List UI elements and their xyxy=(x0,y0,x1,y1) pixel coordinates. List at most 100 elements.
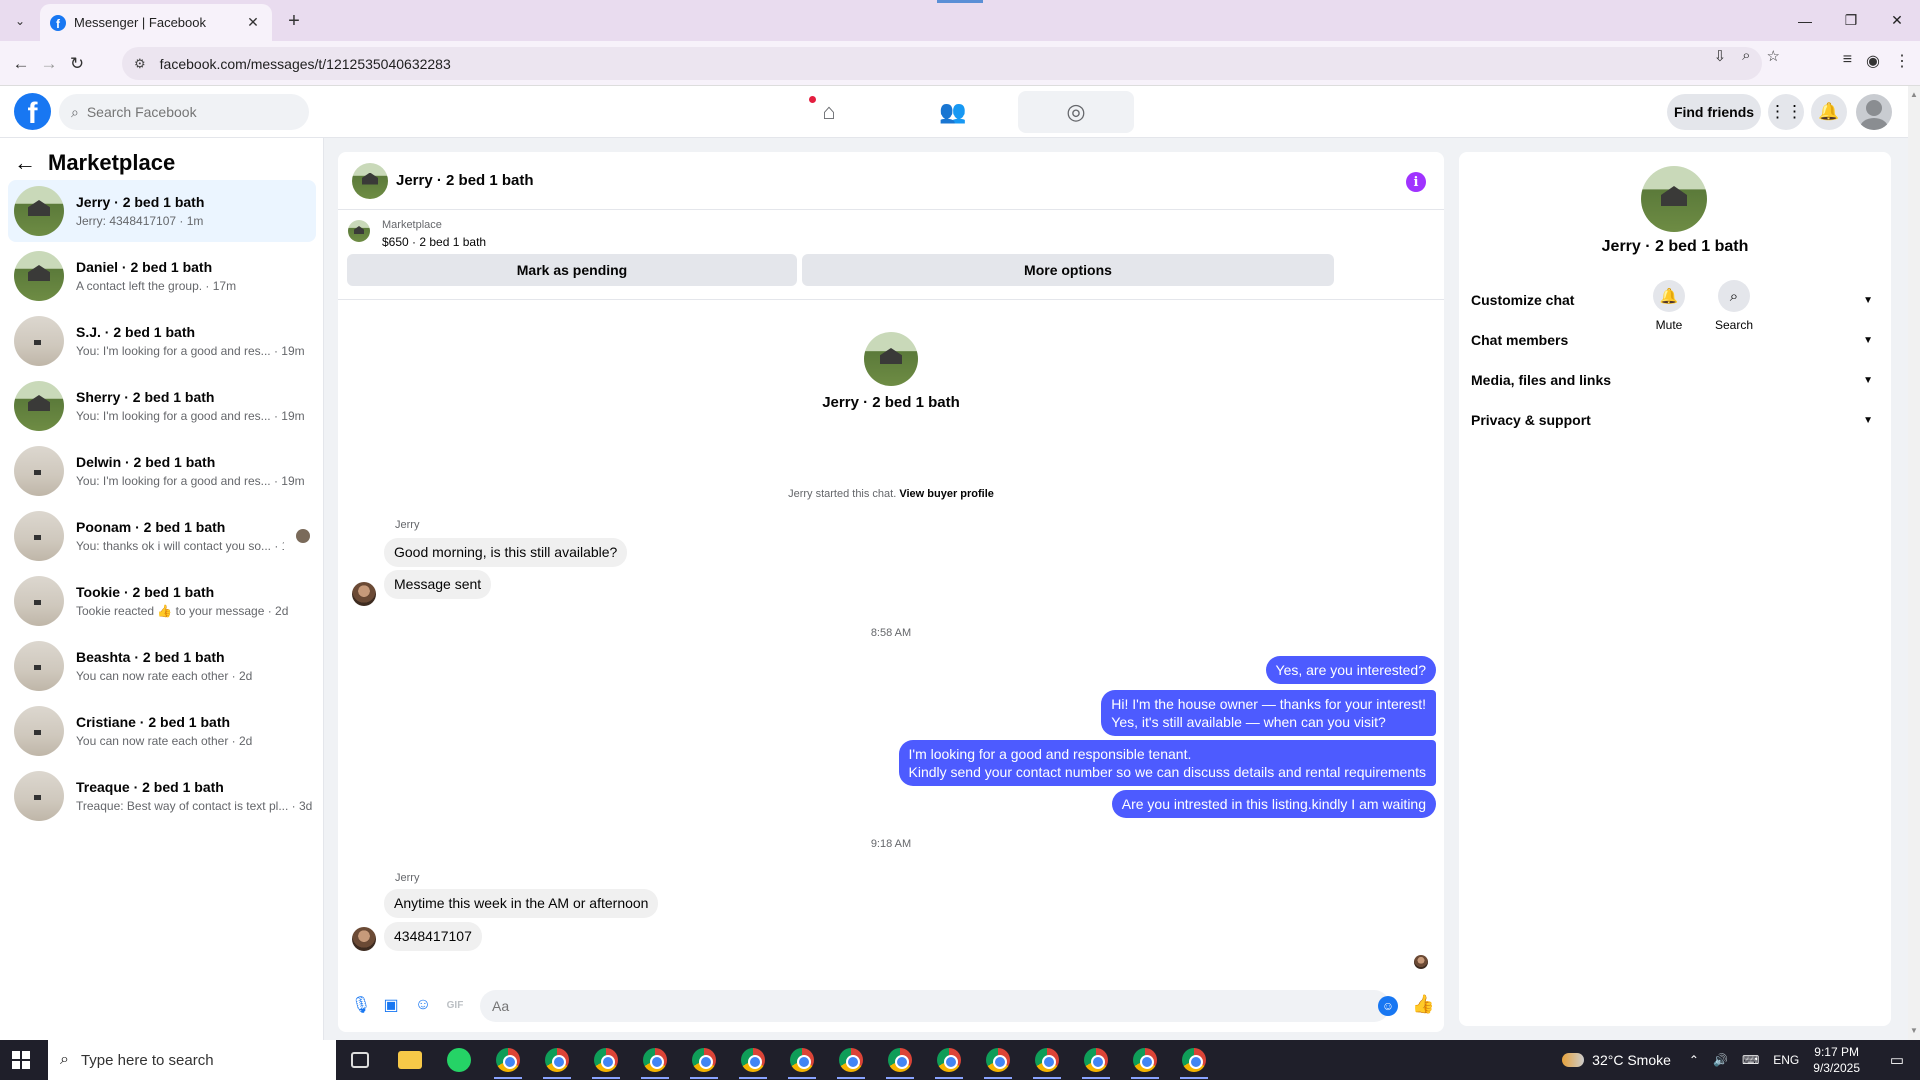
weather-widget[interactable]: 32°C Smoke xyxy=(1562,1052,1671,1068)
file-explorer-icon[interactable] xyxy=(398,1051,422,1069)
find-friends-button[interactable]: Find friends xyxy=(1667,94,1761,130)
sender-avatar[interactable] xyxy=(352,927,376,951)
conversation-item[interactable]: Tookie · 2 bed 1 bath Tookie reacted 👍 to… xyxy=(8,570,316,632)
bookmark-star-icon[interactable]: ☆ xyxy=(1767,47,1780,65)
like-thumb-icon[interactable]: 👍 xyxy=(1412,994,1434,1015)
minimize-icon[interactable]: — xyxy=(1782,0,1828,41)
conversation-item[interactable]: Daniel · 2 bed 1 bath A contact left the … xyxy=(8,245,316,307)
site-info-icon[interactable]: ⚙ xyxy=(134,56,146,72)
notification-center-icon[interactable]: ▭ xyxy=(1874,1051,1920,1069)
windows-start-icon[interactable] xyxy=(12,1051,30,1069)
chrome-icon[interactable] xyxy=(692,1048,716,1072)
close-tab-icon[interactable]: ✕ xyxy=(244,14,262,31)
nav-groups[interactable]: ◎ xyxy=(1018,91,1134,133)
emoji-icon[interactable]: ☺ xyxy=(1378,996,1398,1016)
restore-icon[interactable]: ❐ xyxy=(1828,0,1874,41)
scroll-down-icon[interactable]: ▼ xyxy=(1910,1026,1918,1035)
browser-tab-messenger[interactable]: f Messenger | Facebook ✕ xyxy=(40,4,272,41)
reload-icon[interactable]: ↻ xyxy=(64,51,90,77)
whatsapp-icon[interactable] xyxy=(447,1048,471,1072)
profile-icon[interactable]: ◉ xyxy=(1866,51,1880,71)
menu-grid-button[interactable]: ⋮⋮ xyxy=(1768,94,1804,130)
chrome-icon[interactable] xyxy=(839,1048,863,1072)
facebook-logo-icon[interactable]: f xyxy=(14,93,51,130)
microphone-icon[interactable]: 🎙 xyxy=(350,994,372,1016)
incoming-message[interactable]: Message sent xyxy=(384,570,492,599)
chrome-icon[interactable] xyxy=(1182,1048,1206,1072)
new-tab-button[interactable]: + xyxy=(282,9,306,33)
info-section-row[interactable]: Chat members ▼ xyxy=(1471,322,1879,358)
media-controls-icon[interactable]: ≡ xyxy=(1843,51,1852,71)
taskbar-search[interactable]: ⌕ Type here to search xyxy=(48,1040,336,1080)
conversation-item[interactable]: S.J. · 2 bed 1 bath You: I'm looking for … xyxy=(8,310,316,372)
task-view-icon[interactable] xyxy=(351,1052,369,1068)
gif-icon[interactable]: GIF xyxy=(444,994,466,1016)
language-indicator[interactable]: ENG xyxy=(1773,1053,1799,1067)
chrome-icon[interactable] xyxy=(937,1048,961,1072)
clock[interactable]: 9:17 PM 9/3/2025 xyxy=(1813,1044,1860,1076)
chrome-icon[interactable] xyxy=(545,1048,569,1072)
back-icon[interactable]: ← xyxy=(8,51,34,77)
chrome-icon[interactable] xyxy=(888,1048,912,1072)
photo-icon[interactable]: ▣ xyxy=(380,994,402,1016)
conversation-item[interactable]: Beashta · 2 bed 1 bath You can now rate e… xyxy=(8,635,316,697)
outgoing-message[interactable]: Yes, are you interested? xyxy=(1265,656,1436,684)
chrome-icon[interactable] xyxy=(1035,1048,1059,1072)
view-buyer-profile-link[interactable]: View buyer profile xyxy=(899,488,994,500)
zoom-icon[interactable]: ⌕ xyxy=(1742,47,1750,65)
chrome-icon[interactable] xyxy=(496,1048,520,1072)
sticker-icon[interactable]: ☺ xyxy=(412,994,434,1016)
incoming-message[interactable]: Good morning, is this still available? xyxy=(384,538,628,567)
info-section-row[interactable]: Media, files and links ▼ xyxy=(1471,362,1879,398)
info-section-row[interactable]: Customize chat ▼ xyxy=(1471,282,1879,318)
chrome-icon[interactable] xyxy=(986,1048,1010,1072)
address-bar[interactable]: ⚙ facebook.com/messages/t/12125350406322… xyxy=(122,47,1762,80)
conversation-item[interactable]: Jerry · 2 bed 1 bath Jerry: 4348417107 · … xyxy=(8,180,316,242)
outgoing-message[interactable]: Hi! I'm the house owner — thanks for you… xyxy=(1101,690,1436,736)
notifications-button[interactable]: 🔔 xyxy=(1811,94,1847,130)
install-app-icon[interactable]: ⇩ xyxy=(1714,47,1727,65)
outgoing-message[interactable]: I'm looking for a good and responsible t… xyxy=(898,740,1436,786)
show-hidden-icons-icon[interactable]: ⌃ xyxy=(1689,1053,1699,1067)
incoming-message[interactable]: Anytime this week in the AM or afternoon xyxy=(384,889,659,918)
info-icon[interactable]: i xyxy=(1406,172,1426,192)
account-avatar[interactable] xyxy=(1856,94,1892,130)
conversation-item[interactable]: Delwin · 2 bed 1 bath You: I'm looking fo… xyxy=(8,440,316,502)
chrome-icon[interactable] xyxy=(790,1048,814,1072)
tab-list-button[interactable]: ⌄ xyxy=(8,9,32,33)
chrome-icon[interactable] xyxy=(1133,1048,1157,1072)
chrome-icon[interactable] xyxy=(1084,1048,1108,1072)
volume-icon[interactable]: 🔊 xyxy=(1713,1053,1728,1067)
info-section-row[interactable]: Privacy & support ▼ xyxy=(1471,402,1879,438)
chat-title[interactable]: Jerry · 2 bed 1 bath xyxy=(396,172,534,189)
nav-home[interactable]: ⌂ xyxy=(800,91,858,133)
back-arrow-icon[interactable]: ← xyxy=(14,150,36,176)
chrome-icon[interactable] xyxy=(594,1048,618,1072)
conversation-item[interactable]: Poonam · 2 bed 1 bath You: thanks ok i wi… xyxy=(8,505,316,567)
search-input[interactable] xyxy=(86,104,287,120)
outgoing-message[interactable]: Are you intrested in this listing.kindly… xyxy=(1111,790,1436,818)
sender-avatar[interactable] xyxy=(352,582,376,606)
conversation-item[interactable]: Treaque · 2 bed 1 bath Treaque: Best way … xyxy=(8,765,316,827)
keyboard-icon[interactable]: ⌨ xyxy=(1742,1053,1759,1067)
listing-title[interactable]: $650 · 2 bed 1 bath xyxy=(382,235,486,249)
message-input[interactable] xyxy=(480,990,1390,1022)
chrome-icon[interactable] xyxy=(741,1048,765,1072)
incoming-message[interactable]: 4348417107 xyxy=(384,922,482,951)
conversation-item[interactable]: Sherry · 2 bed 1 bath You: I'm looking fo… xyxy=(8,375,316,437)
url-text[interactable]: facebook.com/messages/t/1212535040632283 xyxy=(160,56,451,72)
nav-friends[interactable]: 👥 xyxy=(905,91,1001,133)
chrome-icon[interactable] xyxy=(643,1048,667,1072)
info-avatar[interactable] xyxy=(1641,166,1707,232)
page-scrollbar[interactable] xyxy=(1908,86,1920,1040)
menu-icon[interactable]: ⋮ xyxy=(1894,51,1910,71)
more-options-button[interactable]: More options xyxy=(802,254,1334,286)
mark-as-pending-button[interactable]: Mark as pending xyxy=(347,254,797,286)
forward-icon[interactable]: → xyxy=(36,51,62,77)
conversation-item[interactable]: Cristiane · 2 bed 1 bath You can now rate… xyxy=(8,700,316,762)
listing-thumbnail[interactable] xyxy=(348,220,370,242)
facebook-search[interactable]: ⌕ xyxy=(59,94,309,130)
close-window-icon[interactable]: ✕ xyxy=(1874,0,1920,41)
chat-avatar[interactable] xyxy=(352,162,388,199)
scroll-up-icon[interactable]: ▲ xyxy=(1910,90,1918,99)
